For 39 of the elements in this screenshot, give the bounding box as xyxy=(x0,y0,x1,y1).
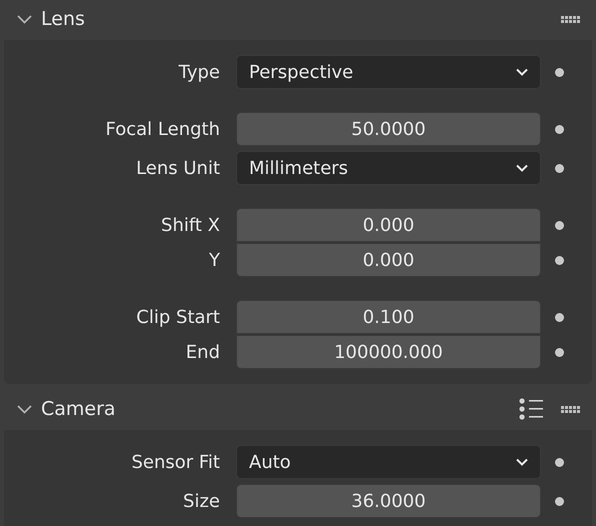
chevron-down-icon xyxy=(516,458,528,466)
dropdown[interactable]: Millimeters xyxy=(236,151,541,185)
number-field[interactable]: 36.0000 xyxy=(236,484,541,518)
drag-handle-icon[interactable] xyxy=(561,16,580,22)
dropdown[interactable]: Perspective xyxy=(236,55,541,89)
number-field[interactable]: 100000.000 xyxy=(236,335,541,369)
keyframe-dot-icon[interactable] xyxy=(555,164,564,172)
chevron-down-icon xyxy=(516,164,528,172)
field-label: Y xyxy=(208,250,221,270)
number-field[interactable]: 0.000 xyxy=(236,208,541,242)
field-label: Clip Start xyxy=(135,306,221,328)
keyframe-dot-icon[interactable] xyxy=(555,312,564,322)
drag-handle-icon[interactable] xyxy=(561,406,580,412)
keyframe-dot-icon[interactable] xyxy=(555,458,564,466)
field-label: End xyxy=(184,342,221,362)
panel-header[interactable]: Lens xyxy=(0,0,596,38)
panel-title: Lens xyxy=(41,8,86,30)
keyframe-dot-icon[interactable] xyxy=(555,220,564,230)
field-label: Lens Unit xyxy=(135,158,221,178)
number-field[interactable]: 0.000 xyxy=(236,243,541,277)
keyframe-dot-icon[interactable] xyxy=(555,496,564,506)
chevron-down-icon xyxy=(516,68,528,76)
field-label: Size xyxy=(182,490,221,512)
field-label: Sensor Fit xyxy=(130,452,221,472)
list-icon[interactable] xyxy=(519,398,545,420)
field-label: Shift X xyxy=(160,214,221,236)
keyframe-dot-icon[interactable] xyxy=(555,68,564,76)
dropdown[interactable]: Auto xyxy=(236,445,541,479)
keyframe-dot-icon[interactable] xyxy=(555,348,564,356)
field-label: Focal Length xyxy=(104,118,221,140)
panel-title: Camera xyxy=(41,398,117,420)
chevron-down-icon[interactable] xyxy=(17,404,32,414)
field-label: Type xyxy=(178,62,221,82)
chevron-down-icon[interactable] xyxy=(17,14,32,24)
number-field[interactable]: 0.100 xyxy=(236,300,541,334)
keyframe-dot-icon[interactable] xyxy=(555,124,564,134)
number-field[interactable]: 50.0000 xyxy=(236,112,541,146)
keyframe-dot-icon[interactable] xyxy=(555,256,564,264)
panel-header[interactable]: Camera xyxy=(0,390,596,428)
